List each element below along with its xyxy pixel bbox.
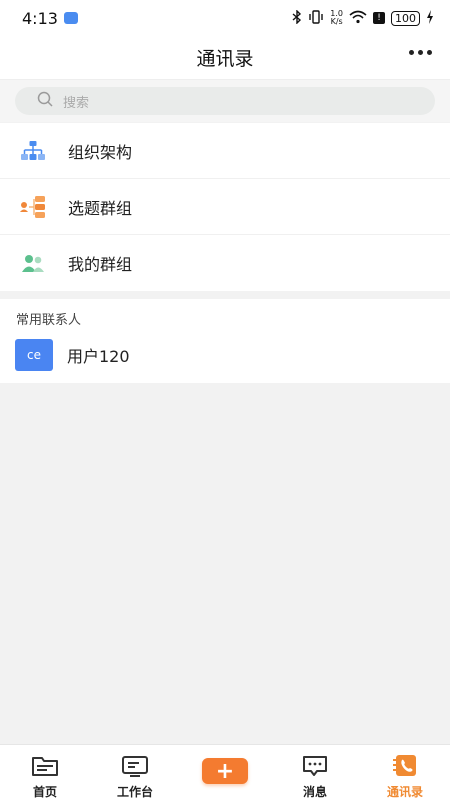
- search-section: 搜索: [0, 80, 450, 122]
- menu-label: 我的群组: [68, 255, 133, 274]
- folder-icon: [30, 753, 60, 779]
- tab-label: 通讯录: [386, 785, 423, 799]
- frequent-contacts-section: 常用联系人 ce 用户120: [0, 299, 450, 383]
- contact-name: 用户120: [67, 347, 130, 366]
- avatar: ce: [15, 339, 53, 371]
- tab-label: 工作台: [116, 785, 153, 799]
- section-title: 常用联系人: [16, 313, 82, 328]
- more-options-button[interactable]: [409, 50, 432, 55]
- page-header: 通讯录: [0, 36, 450, 80]
- more-dot-icon: [427, 50, 432, 55]
- org-chart-icon: [20, 138, 46, 164]
- wifi-icon: [349, 10, 367, 27]
- menu-label: 组织架构: [68, 142, 133, 162]
- workbench-icon: [120, 753, 150, 779]
- search-placeholder: 搜索: [63, 95, 90, 111]
- tab-label: 首页: [32, 785, 57, 799]
- charging-icon: [426, 9, 434, 27]
- status-time: 4:13: [22, 8, 58, 28]
- more-dot-icon: [418, 50, 423, 55]
- menu-label: 选题群组: [68, 198, 133, 218]
- add-button[interactable]: +: [202, 758, 248, 784]
- tab-contacts[interactable]: 通讯录: [360, 745, 450, 800]
- network-speed-unit: K/s: [330, 17, 343, 26]
- topic-group-icon: [20, 194, 46, 220]
- search-icon: [37, 91, 53, 111]
- status-right: 1.0 K/s ! 100: [292, 8, 434, 27]
- tab-add[interactable]: +: [180, 745, 270, 800]
- my-group-icon: [20, 250, 46, 276]
- tab-messages[interactable]: 消息: [270, 745, 360, 800]
- bottom-tab-bar: 首页 工作台 + 消息 通讯录: [0, 744, 450, 800]
- vibrate-icon: [308, 9, 324, 27]
- battery-indicator: 100: [391, 10, 420, 26]
- page-title: 通讯录: [196, 48, 254, 70]
- menu-item-topic-groups[interactable]: 选题群组: [0, 179, 450, 235]
- network-speed: 1.0 K/s: [330, 10, 343, 26]
- contact-item[interactable]: ce 用户120: [0, 337, 450, 373]
- alert-icon: !: [373, 12, 385, 24]
- bluetooth-icon: [292, 8, 302, 27]
- tab-home[interactable]: 首页: [0, 745, 90, 800]
- message-icon: [300, 753, 330, 779]
- app-notification-icon: [63, 12, 78, 24]
- tab-workbench[interactable]: 工作台: [90, 745, 180, 800]
- tab-label: 消息: [302, 785, 327, 799]
- contacts-screen: 4:13 1.0 K/s ! 100 通讯录 搜索 组织架构 选题群组 我的群组…: [0, 0, 450, 800]
- contacts-book-icon: [390, 753, 420, 779]
- contact-menu: 组织架构 选题群组 我的群组: [0, 123, 450, 291]
- menu-item-org-structure[interactable]: 组织架构: [0, 123, 450, 179]
- menu-item-my-groups[interactable]: 我的群组: [0, 235, 450, 291]
- search-input[interactable]: 搜索: [15, 87, 435, 115]
- status-left: 4:13: [22, 9, 78, 28]
- more-dot-icon: [409, 50, 414, 55]
- status-bar: 4:13 1.0 K/s ! 100: [0, 0, 450, 36]
